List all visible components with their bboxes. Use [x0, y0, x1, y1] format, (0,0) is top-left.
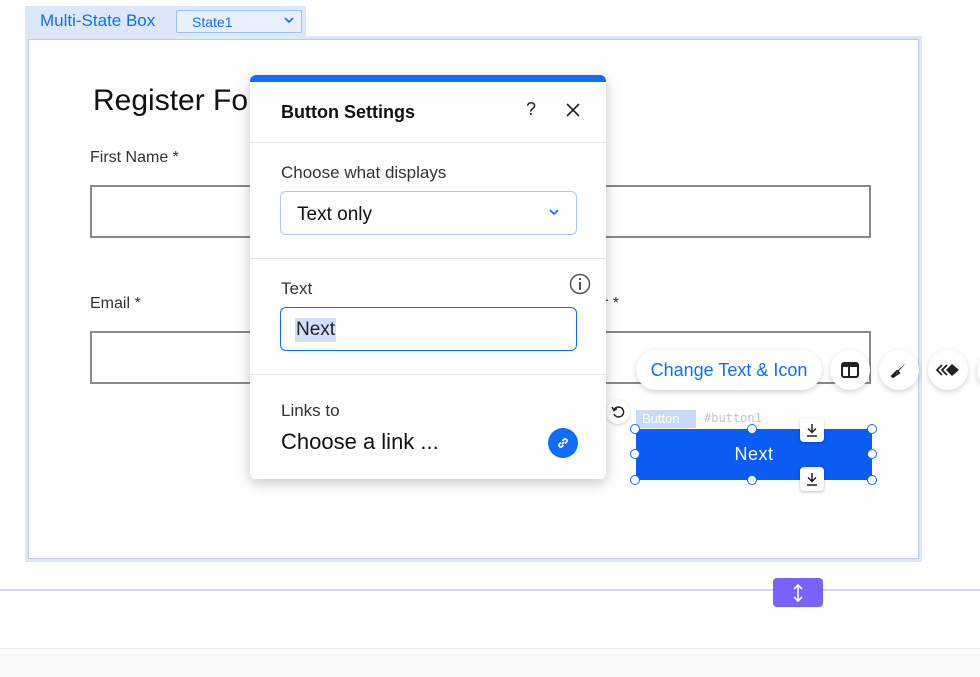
design-brush-icon	[890, 363, 906, 379]
multi-state-box-title: Multi-State Box	[40, 11, 156, 30]
panel-divider	[250, 374, 606, 375]
email-label: Email *	[90, 295, 141, 312]
resize-handle-right[interactable]	[867, 449, 877, 459]
state-select-value: State1	[192, 14, 233, 30]
element-id-label: #button1	[704, 411, 762, 425]
resize-handle-top-right[interactable]	[867, 424, 877, 434]
last-name-field[interactable]	[600, 185, 871, 238]
first-name-label: First Name *	[90, 149, 179, 166]
resize-handle-bottom[interactable]	[747, 475, 757, 485]
change-text-icon-button[interactable]: Change Text & Icon	[636, 350, 822, 390]
form-title: Register Fo	[93, 84, 249, 117]
resize-vertical-icon	[793, 584, 803, 602]
bottom-section	[0, 648, 980, 677]
button-settings-panel: Button Settings ? Choose what displays T…	[250, 75, 606, 479]
section-resize-handle[interactable]	[773, 578, 823, 607]
email-field[interactable]	[90, 331, 255, 384]
panel-divider	[250, 258, 606, 259]
next-button[interactable]: Next	[636, 429, 872, 480]
design-button[interactable]	[879, 350, 919, 390]
panel-title: Button Settings	[281, 102, 415, 122]
link-selector-text[interactable]: Choose a link ...	[281, 429, 439, 455]
resize-handle-top-left[interactable]	[630, 424, 640, 434]
animation-icon	[935, 364, 959, 376]
state-select[interactable]: State1	[176, 10, 302, 33]
layout-button[interactable]	[830, 350, 870, 390]
panel-divider	[250, 142, 606, 143]
help-icon[interactable]: ?	[526, 99, 536, 120]
info-icon[interactable]	[569, 273, 591, 295]
links-to-label: Links to	[281, 401, 340, 420]
multi-state-box-label[interactable]: Multi-State Box State1	[25, 6, 306, 36]
layout-icon	[841, 362, 859, 378]
section-divider	[0, 589, 980, 591]
first-name-field[interactable]	[90, 185, 255, 238]
display-dropdown[interactable]: Text only	[280, 191, 577, 235]
rotate-icon[interactable]	[606, 400, 630, 424]
button-text-value: Next	[295, 318, 337, 342]
text-section-label: Text	[281, 279, 313, 298]
link-icon	[558, 438, 568, 448]
resize-handle-top[interactable]	[747, 424, 757, 434]
display-section-label: Choose what displays	[281, 163, 447, 182]
display-dropdown-value: Text only	[297, 204, 372, 225]
resize-handle-left[interactable]	[630, 449, 640, 459]
download-anchor-bottom-icon[interactable]	[800, 467, 824, 491]
resize-handle-bottom-left[interactable]	[630, 475, 640, 485]
chevron-down-icon	[549, 209, 559, 216]
element-type-tag: Button	[636, 410, 696, 428]
chevron-down-icon	[284, 17, 294, 24]
panel-accent-bar	[250, 75, 606, 82]
close-icon[interactable]	[566, 103, 580, 117]
editor-stage: Multi-State Box State1 Register Fo First…	[0, 0, 980, 677]
download-anchor-top-icon[interactable]	[800, 418, 824, 442]
link-button[interactable]	[548, 428, 578, 458]
resize-handle-bottom-right[interactable]	[867, 475, 877, 485]
button-text-input[interactable]: Next	[280, 307, 577, 351]
animation-button[interactable]	[928, 350, 968, 390]
